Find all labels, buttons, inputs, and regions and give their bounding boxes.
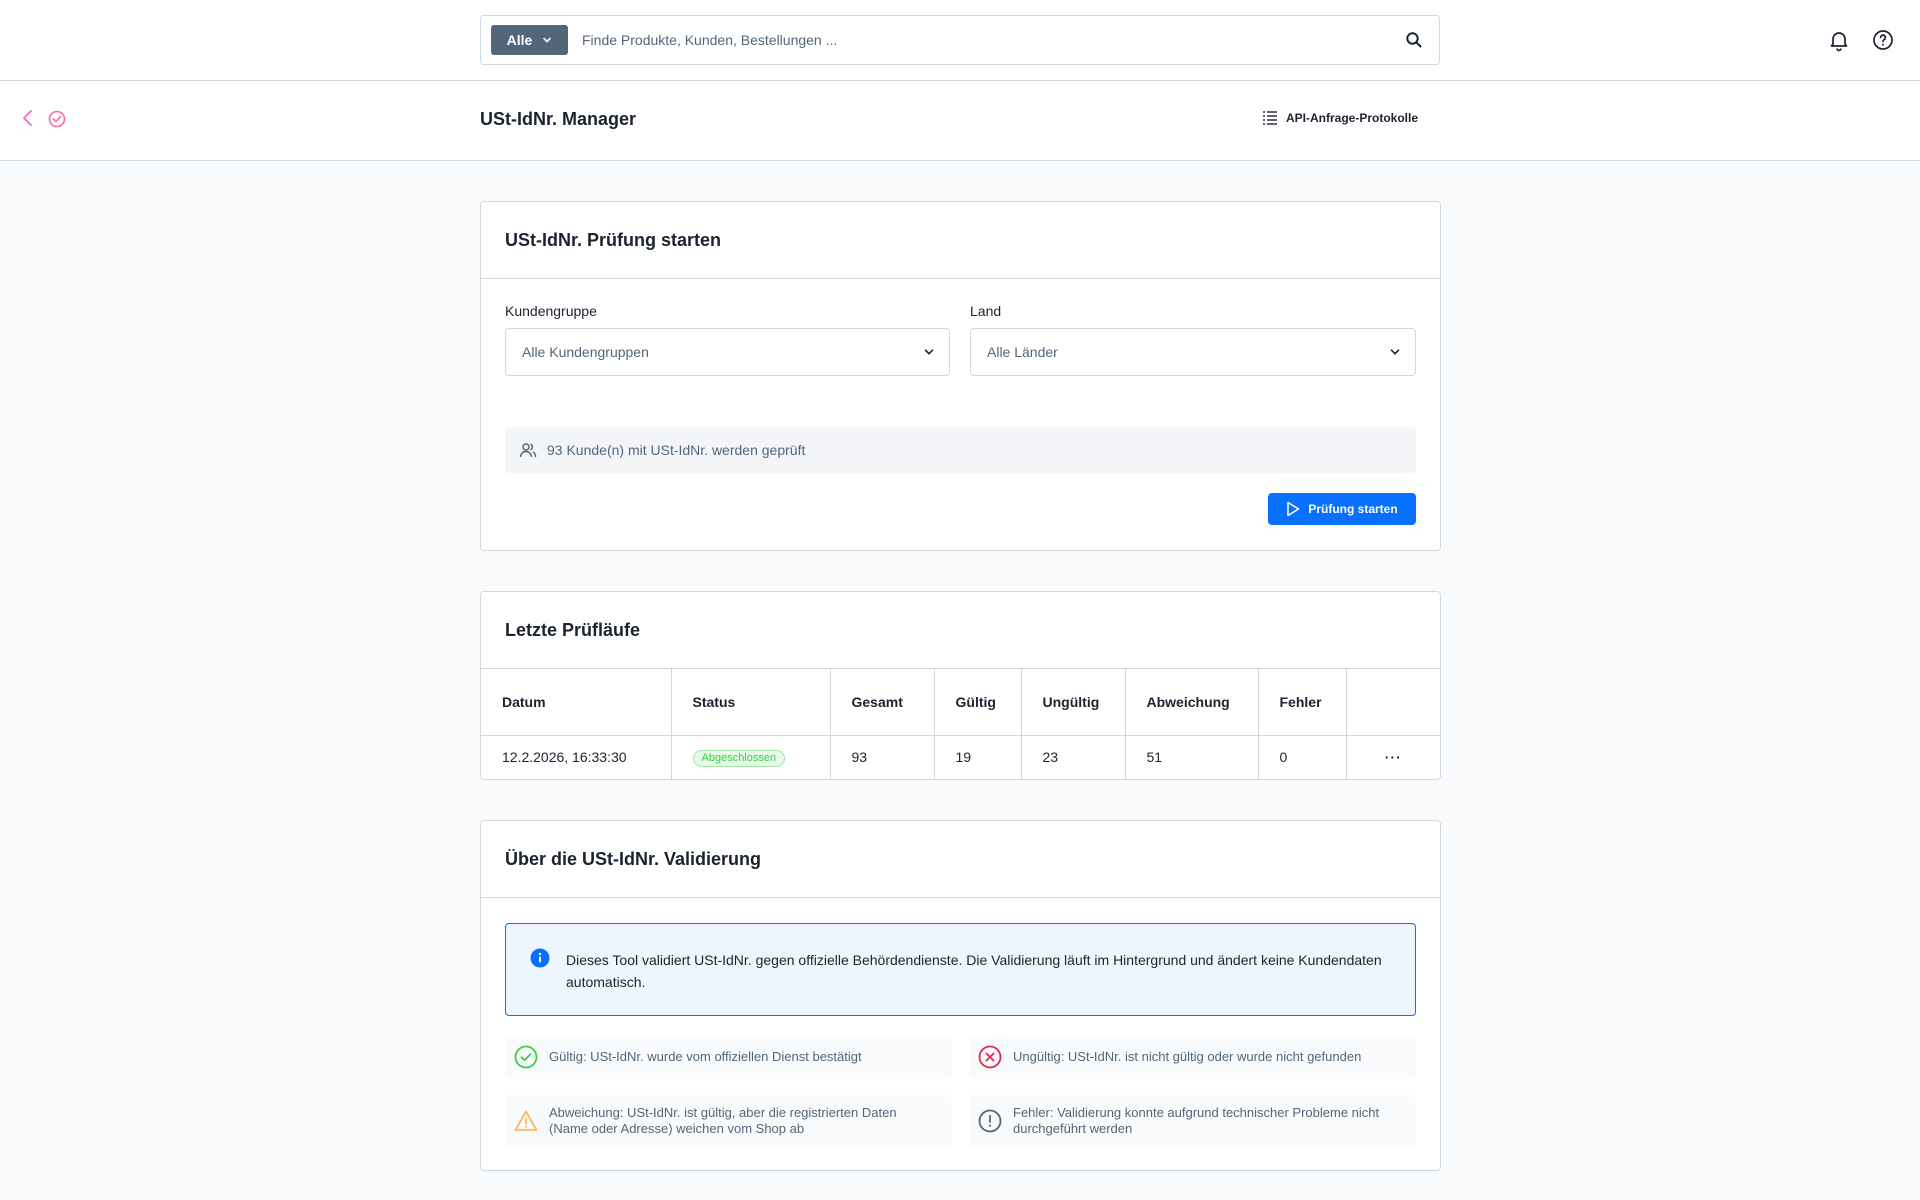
- row-actions-button[interactable]: ···: [1346, 735, 1440, 779]
- card-title: Letzte Prüfläufe: [505, 619, 641, 640]
- search-type-label: Alle: [506, 32, 533, 48]
- status-badge: Abgeschlossen: [692, 749, 786, 767]
- customer-count-text: 93 Kunde(n) mit USt-IdNr. werden geprüft: [547, 442, 806, 458]
- customer-group-value: Alle Kundengruppen: [522, 344, 649, 360]
- column-header-valid[interactable]: Gültig: [934, 669, 1022, 736]
- search-input[interactable]: [582, 32, 1389, 48]
- cell-errors: 0: [1258, 735, 1347, 779]
- country-select[interactable]: Alle Länder: [970, 328, 1416, 376]
- info-icon: [530, 948, 550, 968]
- list-icon: [1263, 111, 1277, 125]
- runs-table: Datum Status Gesamt Gültig Ungültig Abwe…: [481, 669, 1440, 779]
- api-request-logs-link[interactable]: API-Anfrage-Protokolle: [1262, 110, 1418, 126]
- customer-count-info: 93 Kunde(n) mit USt-IdNr. werden geprüft: [505, 427, 1416, 473]
- check-circle-icon: [514, 1045, 538, 1069]
- table-row[interactable]: 12.2.2026, 16:33:30 Abgeschlossen 93 19 …: [481, 735, 1440, 779]
- info-alert-text: Dieses Tool validiert USt-IdNr. gegen of…: [566, 952, 1382, 990]
- cell-total: 93: [830, 735, 935, 779]
- x-circle-icon: [978, 1045, 1002, 1069]
- column-header-actions: [1346, 669, 1440, 736]
- card-title: USt-IdNr. Prüfung starten: [505, 229, 722, 250]
- column-header-date[interactable]: Datum: [481, 669, 672, 736]
- chevron-down-icon: [543, 37, 552, 43]
- warning-icon: [514, 1110, 538, 1131]
- api-link-label: API-Anfrage-Protokolle: [1286, 111, 1419, 125]
- cell-deviation: 51: [1125, 735, 1259, 779]
- page-title: USt-IdNr. Manager: [480, 109, 637, 129]
- search-type-dropdown[interactable]: Alle: [491, 25, 568, 55]
- chevron-down-icon: [924, 349, 934, 355]
- column-header-deviation[interactable]: Abweichung: [1125, 669, 1259, 736]
- column-header-invalid[interactable]: Ungültig: [1021, 669, 1126, 736]
- legend-deviation: Abweichung: USt-IdNr. ist gültig, aber d…: [505, 1095, 952, 1148]
- country-value: Alle Länder: [987, 344, 1058, 360]
- column-header-status[interactable]: Status: [671, 669, 831, 736]
- cell-valid: 19: [934, 735, 1022, 779]
- start-check-card: USt-IdNr. Prüfung starten Kundengruppe A…: [480, 201, 1441, 551]
- page-header: USt-IdNr. Manager API-Anfrage-Protokolle: [0, 81, 1920, 161]
- about-validation-card: Über die USt-IdNr. Validierung Dieses To…: [480, 820, 1441, 1171]
- legend-invalid-text: Ungültig: USt-IdNr. ist nicht gültig ode…: [1013, 1049, 1362, 1064]
- top-bar: Alle: [0, 0, 1920, 81]
- exclamation-circle-icon: [978, 1109, 1002, 1133]
- start-check-label: Prüfung starten: [1308, 502, 1398, 516]
- cell-invalid: 23: [1021, 735, 1126, 779]
- chevron-down-icon: [1390, 349, 1400, 355]
- info-alert: Dieses Tool validiert USt-IdNr. gegen of…: [505, 923, 1416, 1016]
- bell-icon[interactable]: [1827, 28, 1851, 52]
- search-icon: [1406, 32, 1422, 48]
- card-header: USt-IdNr. Prüfung starten: [481, 202, 1440, 279]
- legend-valid: Gültig: USt-IdNr. wurde vom offiziellen …: [505, 1036, 952, 1079]
- recent-runs-card: Letzte Prüfläufe Datum Status Gesamt Gül…: [480, 591, 1441, 780]
- customer-group-select[interactable]: Alle Kundengruppen: [505, 328, 950, 376]
- column-header-total[interactable]: Gesamt: [830, 669, 935, 736]
- card-title: Über die USt-IdNr. Validierung: [505, 848, 762, 869]
- legend-valid-text: Gültig: USt-IdNr. wurde vom offiziellen …: [549, 1049, 862, 1064]
- back-icon[interactable]: [18, 108, 38, 128]
- table-header-row: Datum Status Gesamt Gültig Ungültig Abwe…: [481, 669, 1440, 736]
- card-header: Letzte Prüfläufe: [481, 592, 1440, 669]
- module-check-icon: [48, 110, 66, 128]
- card-header: Über die USt-IdNr. Validierung: [481, 821, 1440, 898]
- legend-error-text: Fehler: Validierung konnte aufgrund tech…: [1013, 1105, 1380, 1136]
- search-button[interactable]: [1389, 16, 1439, 64]
- play-icon: [1287, 501, 1300, 517]
- global-search: Alle: [480, 15, 1440, 65]
- start-check-button[interactable]: Prüfung starten: [1268, 493, 1416, 525]
- cell-status: Abgeschlossen: [671, 735, 831, 779]
- country-label: Land: [970, 303, 1002, 319]
- legend-invalid: Ungültig: USt-IdNr. ist nicht gültig ode…: [969, 1036, 1416, 1079]
- help-icon[interactable]: [1871, 28, 1895, 52]
- legend-deviation-text: Abweichung: USt-IdNr. ist gültig, aber d…: [549, 1105, 897, 1136]
- users-icon: [519, 443, 537, 458]
- column-header-errors[interactable]: Fehler: [1258, 669, 1347, 736]
- legend-error: Fehler: Validierung konnte aufgrund tech…: [969, 1095, 1416, 1148]
- customer-group-label: Kundengruppe: [505, 303, 597, 319]
- cell-date: 12.2.2026, 16:33:30: [481, 735, 672, 779]
